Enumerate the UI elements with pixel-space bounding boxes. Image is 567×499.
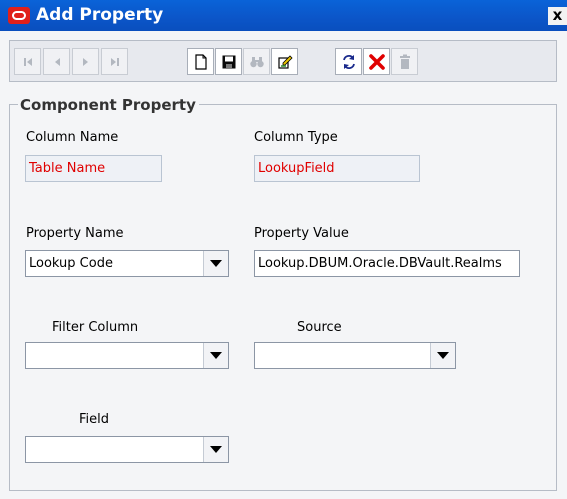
- dialog-title: Add Property: [36, 5, 164, 25]
- find-button[interactable]: [243, 48, 270, 75]
- new-button[interactable]: [187, 48, 214, 75]
- property-name-dropdown[interactable]: Lookup Code: [25, 250, 229, 277]
- save-button[interactable]: [215, 48, 242, 75]
- filter-column-dropdown[interactable]: [25, 342, 229, 369]
- first-icon: [23, 57, 32, 66]
- toolbar: [9, 40, 557, 82]
- group-title: Component Property: [18, 96, 199, 114]
- previous-record-button[interactable]: [43, 48, 70, 75]
- refresh-icon: [342, 54, 355, 69]
- property-value-label: Property Value: [254, 226, 349, 241]
- cancel-button[interactable]: [363, 48, 390, 75]
- field-label: Field: [79, 412, 110, 427]
- field-dropdown[interactable]: [25, 436, 229, 463]
- close-button[interactable]: x: [548, 7, 567, 25]
- column-type-field[interactable]: LookupField: [254, 155, 420, 182]
- chevron-down-icon[interactable]: [203, 343, 228, 368]
- title-bar[interactable]: Add Property x: [0, 0, 567, 31]
- cancel-icon: [368, 53, 385, 70]
- edit-icon: [277, 54, 293, 69]
- chevron-down-icon[interactable]: [203, 251, 228, 276]
- first-record-button[interactable]: [14, 48, 41, 75]
- chevron-down-icon[interactable]: [430, 343, 455, 368]
- last-record-button[interactable]: [101, 48, 128, 75]
- save-icon: [222, 55, 235, 68]
- binoculars-icon: [249, 56, 264, 67]
- column-type-label: Column Type: [254, 130, 338, 145]
- last-icon: [110, 57, 119, 66]
- new-document-icon: [194, 53, 207, 70]
- property-name-value: Lookup Code: [29, 256, 113, 271]
- column-name-label: Column Name: [26, 130, 119, 145]
- next-record-button[interactable]: [72, 48, 99, 75]
- trash-icon: [399, 54, 410, 69]
- next-icon: [82, 57, 88, 66]
- source-dropdown[interactable]: [254, 342, 456, 369]
- source-label: Source: [297, 320, 342, 335]
- filter-column-label: Filter Column: [52, 320, 139, 335]
- delete-button[interactable]: [391, 48, 418, 75]
- refresh-button[interactable]: [335, 48, 362, 75]
- add-property-dialog: Add Property x Component Property Column…: [0, 0, 567, 499]
- property-value-input[interactable]: Lookup.DBUM.Oracle.DBVault.Realms: [254, 250, 520, 277]
- chevron-down-icon[interactable]: [203, 437, 228, 462]
- column-name-field[interactable]: Table Name: [25, 155, 162, 182]
- edit-button[interactable]: [271, 48, 298, 75]
- previous-icon: [54, 57, 60, 66]
- oracle-logo-icon: [8, 7, 30, 24]
- property-name-label: Property Name: [26, 226, 124, 241]
